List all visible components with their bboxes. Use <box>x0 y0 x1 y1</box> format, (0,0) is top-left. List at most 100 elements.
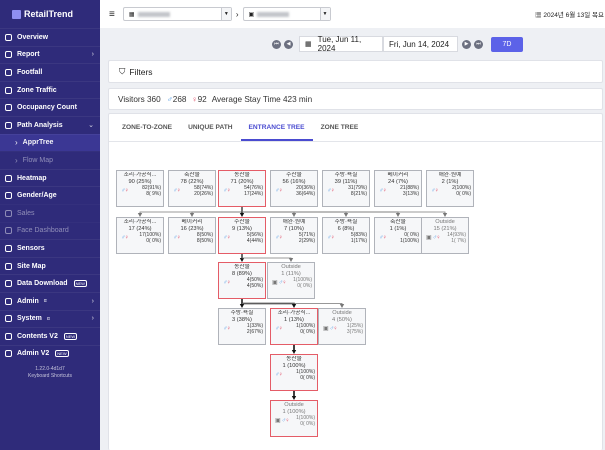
calendar-icon: ▦ <box>305 41 312 48</box>
node-gender-row: ♂♀ 5(71%) 2(29%) <box>271 232 317 244</box>
gender-icon: ♂♀ <box>327 187 335 194</box>
node-gender-row: ▣ ♂♀ 1(100%) 0( 0%) <box>271 415 317 427</box>
skip-back-icon[interactable]: ⏮ <box>272 39 281 49</box>
end-date-field[interactable]: Fri, Jun 14, 2024 <box>383 36 458 52</box>
tree-node[interactable]: 주방·욕실 39 (11%) ♂♀ 31(79%) 8(21%) <box>322 170 370 207</box>
prev-icon[interactable]: ◀ <box>284 39 293 49</box>
female-value: 3(75%) <box>346 328 363 335</box>
end-date-text: Fri, Jun 14, 2024 <box>389 39 450 49</box>
node-count: 8 (89%) <box>232 270 252 277</box>
sidebar-item-report[interactable]: Report › <box>0 45 100 64</box>
node-zone-name: 조리·가공식... <box>123 219 157 225</box>
sidebar-item-sensors[interactable]: Sensors <box>0 239 100 257</box>
sidebar-item-label: Overview <box>17 33 49 41</box>
sidebar-item-footfall[interactable]: Footfall <box>0 63 100 81</box>
tree-node[interactable]: Outside 4 (50%) ▣ ♂♀ 1(25%) 3(75%) <box>318 308 366 345</box>
sidebar-item-heatmap[interactable]: Heatmap <box>0 168 100 187</box>
skip-forward-icon[interactable]: ⏭ <box>474 39 483 49</box>
sidebar-item-occupancy-count[interactable]: Occupancy Count <box>0 98 100 116</box>
building-icon: ▦ <box>128 11 135 18</box>
sidebar-item-zone-traffic[interactable]: Zone Traffic <box>0 80 100 99</box>
company-value-redacted <box>137 11 170 17</box>
people-icon <box>5 192 12 200</box>
node-gender-row: ♂♀ 20(36%) 36(64%) <box>271 185 317 197</box>
brand-logo[interactable]: RetailTrend <box>0 0 100 28</box>
range-7d-button[interactable]: 7D <box>491 36 523 52</box>
node-gender-row: ♂♀ 58(74%) 20(26%) <box>169 185 215 197</box>
tree-node[interactable]: 애완·원예 2 (1%) ♂♀ 2(100%) 0( 0%) <box>426 170 474 207</box>
sidebar-item-flow-map[interactable]: › Flow Map <box>0 151 100 169</box>
sidebar-item-label: Site Map <box>17 262 46 270</box>
outside-icon: ▣ <box>323 325 329 332</box>
store-select[interactable]: ▣ ▼ <box>242 7 331 21</box>
tree-node[interactable]: 수산물 56 (16%) ♂♀ 20(36%) 36(64%) <box>270 170 318 207</box>
company-select[interactable]: ▦ ▼ <box>122 7 232 21</box>
tree-node[interactable]: Outside 1 (100%) ▣ ♂♀ 1(100%) 0( 0%) <box>270 400 318 437</box>
next-icon[interactable]: ▶ <box>462 39 471 49</box>
tree-node[interactable]: 애완·원예 7 (10%) ♂♀ 5(71%) 2(29%) <box>270 217 318 254</box>
node-zone-name: Outside <box>332 310 352 316</box>
sidebar-item-data-download[interactable]: Data Download NEW <box>0 274 100 292</box>
sidebar-item-path-analysis[interactable]: Path Analysis ⌄ <box>0 115 100 134</box>
female-count: 92 <box>197 94 207 104</box>
tree-node[interactable]: 조리·가공식... 90 (25%) ♂♀ 82(91%) 8( 9%) <box>116 170 164 207</box>
tree-node[interactable]: 농산물 71 (20%) ♂♀ 54(76%) 17(24%) <box>218 170 266 207</box>
sidebar-item-label: Path Analysis <box>17 121 63 129</box>
tree-node[interactable]: 베이커리 24 (7%) ♂♀ 21(88%) 3(13%) <box>374 170 422 207</box>
gender-icon: ♂♀ <box>121 234 129 241</box>
sidebar-item-apprtree[interactable]: › ApprTree <box>0 133 100 152</box>
gender-icon: ♂♀ <box>121 187 129 194</box>
breadcrumb-separator: › <box>235 9 239 19</box>
tree-node[interactable]: 수산물 9 (13%) ♂♀ 5(56%) 4(44%) <box>218 217 266 254</box>
sidebar-item-face-dashboard[interactable]: Face Dashboard <box>0 222 100 240</box>
sidebar-item-sales[interactable]: Sales <box>0 204 100 222</box>
menu-icon[interactable]: ≡ <box>109 9 115 20</box>
tree-node[interactable]: 농산물 8 (89%) ♂♀ 4(50%) 4(50%) <box>218 262 266 299</box>
sidebar-item-contents-v2[interactable]: Contents V2 NEW <box>0 327 100 345</box>
tab-zone-tree[interactable]: ZONE TREE <box>313 114 367 141</box>
sidebar-item-admin[interactable]: Admin α › <box>0 291 100 310</box>
node-count: 56 (16%) <box>282 178 306 185</box>
female-value: 8(21%) <box>350 190 367 197</box>
sidebar-item-label: Sales <box>17 209 35 217</box>
current-date-text: 2024년 6월 13일 목요 <box>543 12 604 19</box>
start-date-field[interactable]: ▦ Tue, Jun 11, 2024 <box>299 35 383 53</box>
tab-bar: ZONE-TO-ZONE UNIQUE PATH ENTRANCE TREE ZONE… <box>109 114 602 142</box>
sidebar-item-gender-age[interactable]: Gender/Age <box>0 186 100 204</box>
store-icon: ▣ <box>248 11 255 18</box>
male-count: 268 <box>172 94 187 104</box>
keyboard-shortcuts-link[interactable]: Keyboard Shortcuts <box>0 373 100 380</box>
sidebar-item-label: Face Dashboard <box>17 227 69 235</box>
chevron-right-icon: › <box>15 138 18 148</box>
filters-label: Filters <box>129 66 153 77</box>
node-zone-name: Outside <box>284 402 304 408</box>
tree-node[interactable]: 농산물 1 (100%) ♂♀ 1(100%) 0( 0%) <box>270 354 318 391</box>
sidebar-item-overview[interactable]: Overview <box>0 28 100 46</box>
tree-node[interactable]: Outside 15 (21%) ▣ ♂♀ 14(93%) 1( 7%) <box>421 217 469 254</box>
tree-node[interactable]: 베이커리 16 (23%) ♂♀ 8(50%) 8(50%) <box>168 217 216 254</box>
sidebar-item-admin-v2[interactable]: Admin V2 NEW <box>0 344 100 363</box>
female-value: 1( 7%) <box>451 237 466 244</box>
tree-node[interactable]: 조리·가공식... 1 (13%) ♂♀ 1(100%) 0( 0%) <box>270 308 318 345</box>
node-gender-row: ♂♀ 17(100%) 0( 0%) <box>117 232 163 244</box>
tab-zone-to-zone[interactable]: ZONE-TO-ZONE <box>114 114 180 141</box>
sidebar-item-label: Data Download <box>17 280 68 288</box>
filters-panel[interactable]: ⛉ Filters <box>108 60 603 83</box>
tab-entrance-tree[interactable]: ENTRANCE TREE <box>240 114 313 141</box>
gender-icon: ♂♀ <box>431 187 439 194</box>
tree-node[interactable]: 조리·가공식... 17 (24%) ♂♀ 17(100%) 0( 0%) <box>116 217 164 254</box>
sidebar-item-site-map[interactable]: Site Map <box>0 256 100 275</box>
tree-node[interactable]: 주방·욕실 3 (38%) ♂♀ 1(33%) 2(67%) <box>218 308 266 345</box>
node-gender-row: ♂♀ 1(100%) 0( 0%) <box>271 369 317 381</box>
node-gender-row: ♂♀ 21(88%) 3(13%) <box>375 185 421 197</box>
female-value: 0( 0%) <box>146 237 161 244</box>
tab-unique-path[interactable]: UNIQUE PATH <box>180 114 240 141</box>
female-value: 2(29%) <box>298 237 315 244</box>
node-count: 15 (21%) <box>433 225 457 232</box>
sidebar-item-system[interactable]: System α › <box>0 309 100 328</box>
tree-node[interactable]: Outside 1 (11%) ▣ ♂♀ 1(100%) 0( 0%) <box>267 262 315 299</box>
gender-icon: ♂♀ <box>278 279 287 286</box>
tree-node[interactable]: 축산물 1 (1%) ♂♀ 0( 0%) 1(100%) <box>374 217 422 254</box>
tree-node[interactable]: 주방·욕실 6 (8%) ♂♀ 5(83%) 1(17%) <box>322 217 370 254</box>
tree-node[interactable]: 축산물 78 (22%) ♂♀ 58(74%) 20(26%) <box>168 170 216 207</box>
